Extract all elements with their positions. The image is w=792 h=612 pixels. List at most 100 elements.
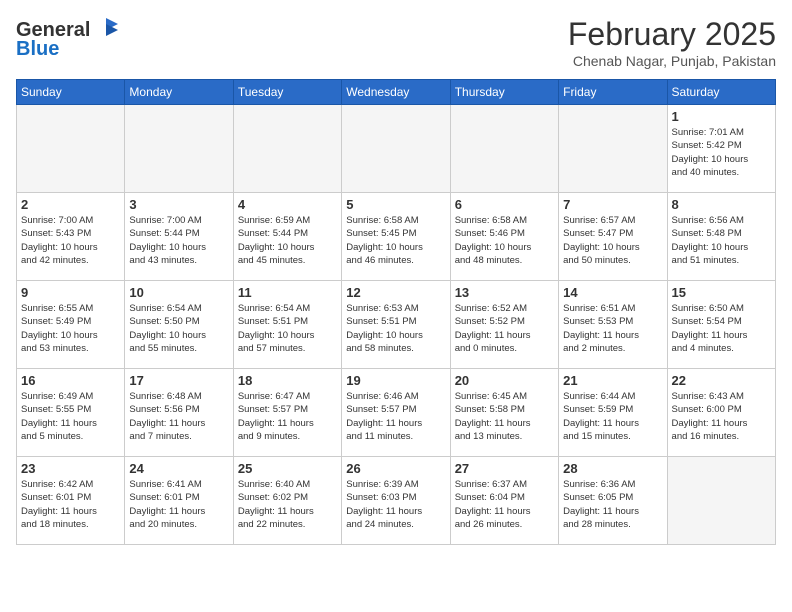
calendar-cell: 12Sunrise: 6:53 AM Sunset: 5:51 PM Dayli…: [342, 281, 450, 369]
calendar-cell: 15 Sunrise: 6:50 AM Sunset: 5:54 PM Dayli…: [667, 281, 775, 369]
day-number: 22: [672, 373, 771, 388]
calendar-table: SundayMondayTuesdayWednesdayThursdayFrid…: [16, 79, 776, 545]
weekday-header-saturday: Saturday: [667, 80, 775, 105]
day-info: Sunrise: 6:48 AM Sunset: 5:56 PM Dayligh…: [129, 390, 228, 443]
calendar-cell: 21 Sunrise: 6:44 AM Sunset: 5:59 PM Dayli…: [559, 369, 667, 457]
day-info: Sunrise: 6:54 AM Sunset: 5:50 PM Dayligh…: [129, 302, 228, 355]
day-info: Sunrise: 6:58 AM Sunset: 5:45 PM Dayligh…: [346, 214, 445, 267]
calendar-cell: 3 Sunrise: 7:00 AM Sunset: 5:44 PM Daylig…: [125, 193, 233, 281]
day-info: Sunrise: 6:59 AM Sunset: 5:44 PM Dayligh…: [238, 214, 337, 267]
calendar-cell: [17, 105, 125, 193]
month-title: February 2025: [568, 16, 776, 53]
day-info: Sunrise: 6:58 AM Sunset: 5:46 PM Dayligh…: [455, 214, 554, 267]
day-info: Sunrise: 6:36 AM Sunset: 6:05 PM Dayligh…: [563, 478, 662, 531]
day-info: Sunrise: 6:42 AM Sunset: 6:01 PM Dayligh…: [21, 478, 120, 531]
day-info: Sunrise: 6:50 AM Sunset: 5:54 PM Dayligh…: [672, 302, 771, 355]
day-number: 15: [672, 285, 771, 300]
day-number: 12: [346, 285, 445, 300]
calendar-cell: 11Sunrise: 6:54 AM Sunset: 5:51 PM Dayli…: [233, 281, 341, 369]
page-header: General Blue February 2025 Chenab Nagar,…: [16, 16, 776, 69]
calendar-cell: [667, 457, 775, 545]
day-number: 4: [238, 197, 337, 212]
day-number: 25: [238, 461, 337, 476]
logo-flag-icon: [92, 16, 120, 44]
calendar-cell: 18 Sunrise: 6:47 AM Sunset: 5:57 PM Dayli…: [233, 369, 341, 457]
day-number: 3: [129, 197, 228, 212]
calendar-cell: 28 Sunrise: 6:36 AM Sunset: 6:05 PM Dayli…: [559, 457, 667, 545]
day-info: Sunrise: 7:00 AM Sunset: 5:43 PM Dayligh…: [21, 214, 120, 267]
weekday-header-monday: Monday: [125, 80, 233, 105]
calendar-cell: 5 Sunrise: 6:58 AM Sunset: 5:45 PM Daylig…: [342, 193, 450, 281]
day-info: Sunrise: 6:44 AM Sunset: 5:59 PM Dayligh…: [563, 390, 662, 443]
weekday-header-sunday: Sunday: [17, 80, 125, 105]
day-number: 7: [563, 197, 662, 212]
logo-blue: Blue: [16, 38, 59, 61]
day-number: 24: [129, 461, 228, 476]
day-info: Sunrise: 6:45 AM Sunset: 5:58 PM Dayligh…: [455, 390, 554, 443]
calendar-cell: [450, 105, 558, 193]
calendar-cell: 16Sunrise: 6:49 AM Sunset: 5:55 PM Dayli…: [17, 369, 125, 457]
day-info: Sunrise: 6:46 AM Sunset: 5:57 PM Dayligh…: [346, 390, 445, 443]
day-info: Sunrise: 6:41 AM Sunset: 6:01 PM Dayligh…: [129, 478, 228, 531]
day-number: 19: [346, 373, 445, 388]
location: Chenab Nagar, Punjab, Pakistan: [568, 53, 776, 69]
calendar-cell: 8 Sunrise: 6:56 AM Sunset: 5:48 PM Daylig…: [667, 193, 775, 281]
weekday-header-row: SundayMondayTuesdayWednesdayThursdayFrid…: [17, 80, 776, 105]
day-info: Sunrise: 7:01 AM Sunset: 5:42 PM Dayligh…: [672, 126, 771, 179]
calendar-cell: 19 Sunrise: 6:46 AM Sunset: 5:57 PM Dayli…: [342, 369, 450, 457]
day-number: 6: [455, 197, 554, 212]
calendar-cell: 25 Sunrise: 6:40 AM Sunset: 6:02 PM Dayli…: [233, 457, 341, 545]
calendar-week-2: 2 Sunrise: 7:00 AM Sunset: 5:43 PM Daylig…: [17, 193, 776, 281]
calendar-cell: 24 Sunrise: 6:41 AM Sunset: 6:01 PM Dayli…: [125, 457, 233, 545]
calendar-week-4: 16Sunrise: 6:49 AM Sunset: 5:55 PM Dayli…: [17, 369, 776, 457]
day-number: 8: [672, 197, 771, 212]
calendar-cell: 1 Sunrise: 7:01 AM Sunset: 5:42 PM Daylig…: [667, 105, 775, 193]
calendar-cell: 6 Sunrise: 6:58 AM Sunset: 5:46 PM Daylig…: [450, 193, 558, 281]
calendar-cell: 9Sunrise: 6:55 AM Sunset: 5:49 PM Daylig…: [17, 281, 125, 369]
day-number: 27: [455, 461, 554, 476]
day-number: 10: [129, 285, 228, 300]
day-info: Sunrise: 6:52 AM Sunset: 5:52 PM Dayligh…: [455, 302, 554, 355]
day-info: Sunrise: 6:47 AM Sunset: 5:57 PM Dayligh…: [238, 390, 337, 443]
calendar-cell: 23Sunrise: 6:42 AM Sunset: 6:01 PM Dayli…: [17, 457, 125, 545]
day-info: Sunrise: 6:57 AM Sunset: 5:47 PM Dayligh…: [563, 214, 662, 267]
day-info: Sunrise: 6:56 AM Sunset: 5:48 PM Dayligh…: [672, 214, 771, 267]
calendar-cell: 14 Sunrise: 6:51 AM Sunset: 5:53 PM Dayli…: [559, 281, 667, 369]
weekday-header-thursday: Thursday: [450, 80, 558, 105]
day-number: 28: [563, 461, 662, 476]
day-number: 21: [563, 373, 662, 388]
day-number: 2: [21, 197, 120, 212]
calendar-cell: 27Sunrise: 6:37 AM Sunset: 6:04 PM Dayli…: [450, 457, 558, 545]
calendar-cell: [233, 105, 341, 193]
calendar-cell: [125, 105, 233, 193]
day-number: 20: [455, 373, 554, 388]
weekday-header-wednesday: Wednesday: [342, 80, 450, 105]
calendar-cell: 26Sunrise: 6:39 AM Sunset: 6:03 PM Dayli…: [342, 457, 450, 545]
calendar-cell: [342, 105, 450, 193]
calendar-cell: 20 Sunrise: 6:45 AM Sunset: 5:58 PM Dayli…: [450, 369, 558, 457]
day-info: Sunrise: 7:00 AM Sunset: 5:44 PM Dayligh…: [129, 214, 228, 267]
day-number: 13: [455, 285, 554, 300]
calendar-cell: 22Sunrise: 6:43 AM Sunset: 6:00 PM Dayli…: [667, 369, 775, 457]
day-number: 5: [346, 197, 445, 212]
logo: General Blue: [16, 16, 120, 61]
day-number: 18: [238, 373, 337, 388]
day-info: Sunrise: 6:40 AM Sunset: 6:02 PM Dayligh…: [238, 478, 337, 531]
calendar-cell: 7 Sunrise: 6:57 AM Sunset: 5:47 PM Daylig…: [559, 193, 667, 281]
calendar-week-1: 1 Sunrise: 7:01 AM Sunset: 5:42 PM Daylig…: [17, 105, 776, 193]
weekday-header-tuesday: Tuesday: [233, 80, 341, 105]
calendar-cell: 13 Sunrise: 6:52 AM Sunset: 5:52 PM Dayli…: [450, 281, 558, 369]
day-number: 9: [21, 285, 120, 300]
calendar-cell: 10 Sunrise: 6:54 AM Sunset: 5:50 PM Dayli…: [125, 281, 233, 369]
weekday-header-friday: Friday: [559, 80, 667, 105]
day-number: 14: [563, 285, 662, 300]
day-number: 17: [129, 373, 228, 388]
day-number: 1: [672, 109, 771, 124]
day-number: 16: [21, 373, 120, 388]
title-block: February 2025 Chenab Nagar, Punjab, Paki…: [568, 16, 776, 69]
day-info: Sunrise: 6:51 AM Sunset: 5:53 PM Dayligh…: [563, 302, 662, 355]
calendar-cell: 4 Sunrise: 6:59 AM Sunset: 5:44 PM Daylig…: [233, 193, 341, 281]
day-number: 11: [238, 285, 337, 300]
calendar-cell: [559, 105, 667, 193]
calendar-week-5: 23Sunrise: 6:42 AM Sunset: 6:01 PM Dayli…: [17, 457, 776, 545]
